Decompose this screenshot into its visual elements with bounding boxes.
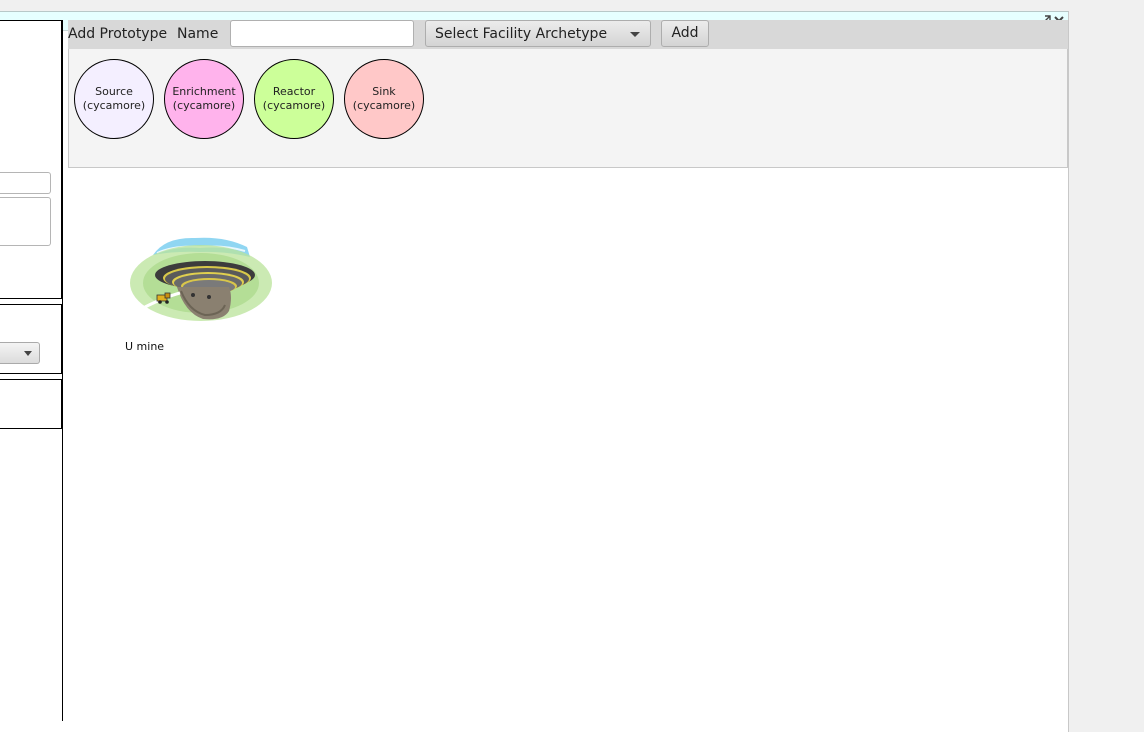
add-prototype-label: Add Prototype — [68, 26, 168, 42]
archetype-sink[interactable]: Sink (cycamore) — [344, 59, 424, 139]
add-button[interactable]: Add — [661, 20, 709, 47]
archetype-library: (cycamore) — [352, 99, 416, 112]
left-properties-panel — [0, 20, 63, 721]
left-text-field[interactable] — [0, 172, 51, 194]
archetype-source[interactable]: Source (cycamore) — [74, 59, 154, 139]
left-bottom-section — [0, 379, 62, 429]
archetype-name: Enrichment — [172, 85, 236, 98]
facility-label: U mine — [125, 340, 165, 353]
archetype-name: Sink — [372, 85, 396, 98]
open-pit-mine-icon — [130, 237, 272, 321]
archetype-palette: Source (cycamore) Enrichment (cycamore) … — [68, 49, 1068, 168]
facility-archetype-select[interactable]: Select Facility Archetype — [425, 20, 651, 47]
archetype-reactor[interactable]: Reactor (cycamore) — [254, 59, 334, 139]
archetype-library: (cycamore) — [82, 99, 146, 112]
archetype-enrichment[interactable]: Enrichment (cycamore) — [164, 59, 244, 139]
chevron-down-icon — [630, 32, 640, 37]
chevron-down-icon — [24, 351, 32, 356]
prototype-toolbar: Add Prototype Name Select Facility Arche… — [68, 20, 1068, 49]
name-label: Name — [177, 26, 219, 42]
left-text-area[interactable] — [0, 197, 51, 246]
archetype-library: (cycamore) — [172, 99, 236, 112]
left-combo-box[interactable] — [0, 342, 40, 364]
archetype-name: Source — [95, 85, 133, 98]
facility-archetype-select-value: Select Facility Archetype — [435, 26, 608, 42]
left-form-section — [0, 20, 62, 299]
facility-node-u-mine[interactable]: U mine — [125, 235, 275, 360]
archetype-name: Reactor — [272, 85, 316, 98]
archetype-library: (cycamore) — [262, 99, 326, 112]
prototype-name-input[interactable] — [230, 20, 414, 47]
